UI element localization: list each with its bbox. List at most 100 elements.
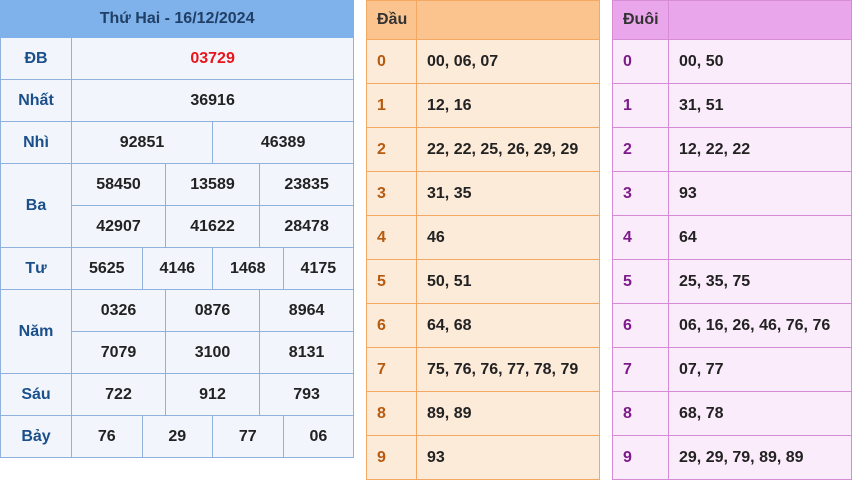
- prize-value-ba: 23835: [258, 163, 355, 206]
- head-digit-row: 4 46: [366, 215, 600, 260]
- prize-value-nhi: 92851: [71, 121, 213, 164]
- tail-digit-row: 0 00, 50: [612, 39, 852, 84]
- prize-value-db: 03729: [70, 37, 355, 80]
- head-digit-header: Đầu: [366, 0, 417, 40]
- tail-digit-values: 25, 35, 75: [668, 259, 852, 304]
- prize-value-ba: 42907: [71, 205, 166, 248]
- tail-digit-values: 31, 51: [668, 83, 852, 128]
- prize-label-nhi: Nhì: [0, 121, 72, 164]
- tail-digit-values: 12, 22, 22: [668, 127, 852, 172]
- head-digit-row: 9 93: [366, 435, 600, 480]
- head-digit-row: 5 50, 51: [366, 259, 600, 304]
- tail-digit-digit: 4: [612, 215, 669, 260]
- prize-value-sau: 793: [258, 373, 355, 416]
- prize-row-nhi: Nhì 92851 46389: [0, 121, 355, 164]
- prize-row-sau: Sáu 722 912 793: [0, 373, 355, 416]
- tail-digit-digit: 3: [612, 171, 669, 216]
- prize-value-ba: 41622: [165, 205, 260, 248]
- tail-digit-header-blank: [668, 0, 852, 40]
- tail-digit-row: 9 29, 29, 79, 89, 89: [612, 435, 852, 480]
- tail-digit-row: 3 93: [612, 171, 852, 216]
- tail-digit-values: 06, 16, 26, 46, 76, 76: [668, 303, 852, 348]
- prize-row-nhat: Nhất 36916: [0, 79, 355, 122]
- prize-value-nhat: 36916: [70, 79, 355, 122]
- head-digit-row: 8 89, 89: [366, 391, 600, 436]
- head-digit-row: 2 22, 22, 25, 26, 29, 29: [366, 127, 600, 172]
- head-digit-values: 75, 76, 76, 77, 78, 79: [416, 347, 600, 392]
- head-digit-digit: 3: [366, 171, 417, 216]
- tail-digit-values: 93: [668, 171, 852, 216]
- prize-value-nam: 3100: [165, 331, 260, 374]
- prize-value-sau: 722: [71, 373, 166, 416]
- head-digit-digit: 7: [366, 347, 417, 392]
- prize-value-tu: 5625: [71, 247, 143, 290]
- head-digit-digit: 5: [366, 259, 417, 304]
- prize-row-tu: Tư 5625 4146 1468 4175: [0, 247, 355, 290]
- prize-value-nam: 0876: [165, 289, 260, 332]
- tail-digit-values: 07, 77: [668, 347, 852, 392]
- tail-digit-row: 1 31, 51: [612, 83, 852, 128]
- head-digit-row: 0 00, 06, 07: [366, 39, 600, 84]
- head-digit-table: Đầu 0 00, 06, 07 1 12, 16 2 22, 22, 25, 26, 2…: [366, 0, 600, 480]
- prize-row-db: ĐB 03729: [0, 37, 355, 80]
- head-digit-values: 22, 22, 25, 26, 29, 29: [416, 127, 600, 172]
- prize-value-ba: 28478: [258, 205, 355, 248]
- head-digit-digit: 2: [366, 127, 417, 172]
- prize-value-nam: 8964: [258, 289, 355, 332]
- tail-digit-row: 2 12, 22, 22: [612, 127, 852, 172]
- prize-label-db: ĐB: [0, 37, 72, 80]
- head-digit-digit: 6: [366, 303, 417, 348]
- head-digit-digit: 4: [366, 215, 417, 260]
- tail-digit-row: 8 68, 78: [612, 391, 852, 436]
- prize-value-tu: 4146: [141, 247, 213, 290]
- prize-value-nam: 8131: [258, 331, 355, 374]
- head-digit-row: 7 75, 76, 76, 77, 78, 79: [366, 347, 600, 392]
- tail-digit-digit: 6: [612, 303, 669, 348]
- prize-value-bay: 76: [71, 415, 143, 458]
- prize-value-ba: 58450: [71, 163, 166, 206]
- tail-digit-digit: 0: [612, 39, 669, 84]
- prize-label-bay: Bảy: [0, 415, 72, 458]
- prize-value-nam: 7079: [71, 331, 166, 374]
- prize-value-bay: 77: [212, 415, 284, 458]
- prize-row-nam: Năm 0326 0876 8964: [0, 289, 355, 374]
- head-digit-digit: 1: [366, 83, 417, 128]
- tail-digit-header: Đuôi: [612, 0, 669, 40]
- prize-value-nhi: 46389: [211, 121, 355, 164]
- prize-value-tu: 1468: [212, 247, 284, 290]
- head-digit-values: 31, 35: [416, 171, 600, 216]
- tail-digit-values: 64: [668, 215, 852, 260]
- head-digit-digit: 8: [366, 391, 417, 436]
- tail-digit-digit: 1: [612, 83, 669, 128]
- head-digit-values: 64, 68: [416, 303, 600, 348]
- prize-value-ba: 13589: [165, 163, 260, 206]
- tail-digit-values: 68, 78: [668, 391, 852, 436]
- tail-digit-row: 7 07, 77: [612, 347, 852, 392]
- prize-value-bay: 29: [141, 415, 213, 458]
- prize-label-nam: Năm: [0, 289, 72, 374]
- prize-value-bay: 06: [282, 415, 355, 458]
- prize-value-nam: 0326: [71, 289, 166, 332]
- prize-row-ba: Ba 58450 13589 23835: [0, 163, 355, 248]
- prize-label-ba: Ba: [0, 163, 72, 248]
- tail-digit-digit: 9: [612, 435, 669, 480]
- prize-value-sau: 912: [165, 373, 260, 416]
- head-digit-row: 3 31, 35: [366, 171, 600, 216]
- tail-digit-values: 00, 50: [668, 39, 852, 84]
- head-digit-values: 12, 16: [416, 83, 600, 128]
- prize-row-bay: Bảy 76 29 77 06: [0, 415, 355, 458]
- tail-digit-table: Đuôi 0 00, 50 1 31, 51 2 12, 22, 22 3 93 4 64 5 25,…: [612, 0, 852, 480]
- prize-label-tu: Tư: [0, 247, 72, 290]
- head-digit-values: 50, 51: [416, 259, 600, 304]
- head-digit-values: 46: [416, 215, 600, 260]
- tail-digit-digit: 5: [612, 259, 669, 304]
- tail-digit-row: 5 25, 35, 75: [612, 259, 852, 304]
- head-digit-values: 89, 89: [416, 391, 600, 436]
- head-digit-digit: 0: [366, 39, 417, 84]
- tail-digit-digit: 2: [612, 127, 669, 172]
- tail-digit-digit: 7: [612, 347, 669, 392]
- results-title: Thứ Hai - 16/12/2024: [0, 0, 355, 38]
- tail-digit-row: 6 06, 16, 26, 46, 76, 76: [612, 303, 852, 348]
- head-digit-row: 6 64, 68: [366, 303, 600, 348]
- head-digit-values: 00, 06, 07: [416, 39, 600, 84]
